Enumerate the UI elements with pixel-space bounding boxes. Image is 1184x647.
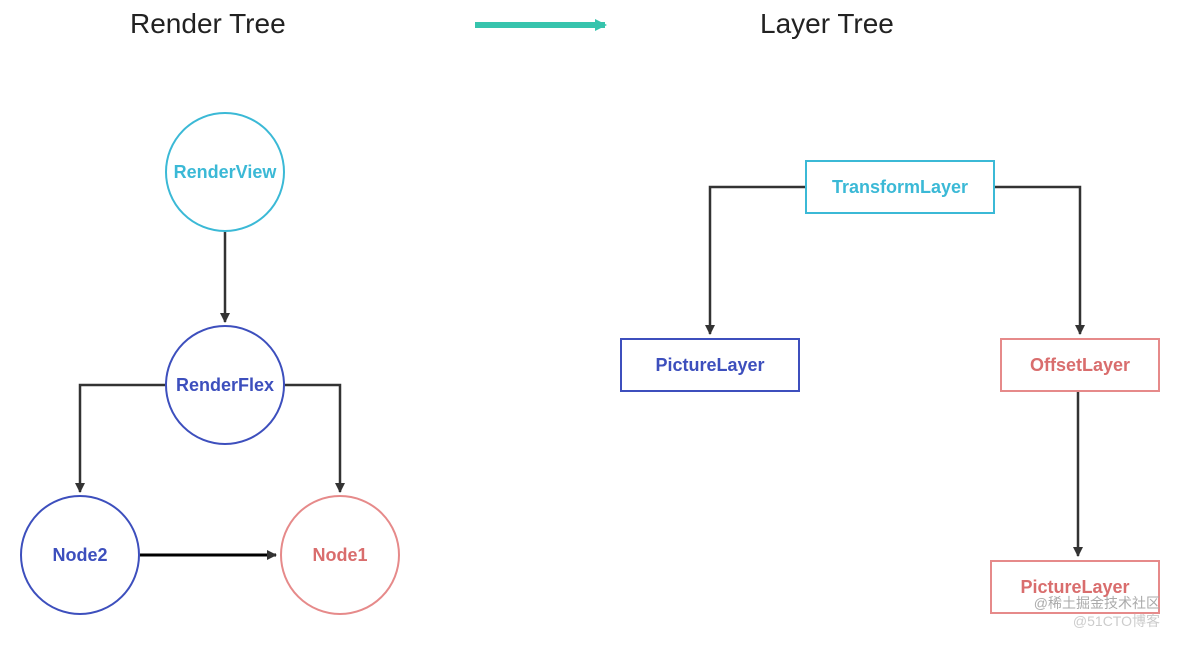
node-node2: Node2	[20, 495, 140, 615]
watermark-2: @51CTO博客	[1073, 611, 1160, 631]
diagram-connectors	[0, 0, 1184, 647]
edge-renderflex-node2	[80, 385, 165, 492]
node-renderview: RenderView	[165, 112, 285, 232]
title-layer-tree: Layer Tree	[760, 8, 894, 40]
edge-transform-picture	[710, 187, 805, 334]
node-picturelayer-left: PictureLayer	[620, 338, 800, 392]
edge-renderflex-node1	[285, 385, 340, 492]
edge-transform-offset	[995, 187, 1080, 334]
node-offsetlayer: OffsetLayer	[1000, 338, 1160, 392]
node-node1: Node1	[280, 495, 400, 615]
title-render-tree: Render Tree	[130, 8, 286, 40]
watermark-1: @稀土掘金技术社区	[1034, 593, 1160, 613]
node-renderflex: RenderFlex	[165, 325, 285, 445]
node-transformlayer: TransformLayer	[805, 160, 995, 214]
